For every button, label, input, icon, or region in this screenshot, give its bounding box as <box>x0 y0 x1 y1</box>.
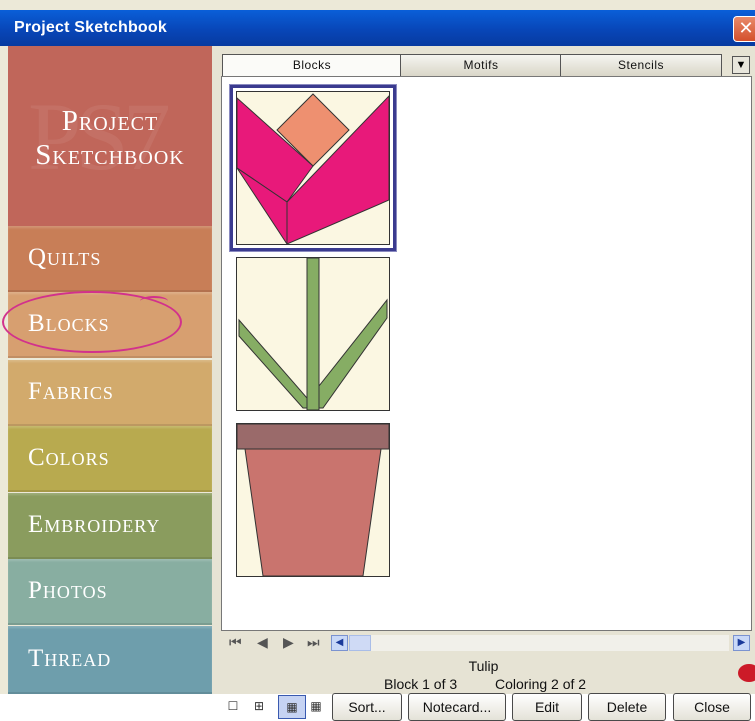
dropdown-icon[interactable]: ▼ <box>732 56 750 74</box>
large-thumbnail-icon[interactable]: ☐ <box>224 698 242 716</box>
sidebar-header: PS7 Project Sketchbook <box>8 46 212 226</box>
sidebar-item-blocks[interactable]: Blocks <box>8 292 212 358</box>
tab-motifs[interactable]: Motifs <box>400 54 562 76</box>
sidebar-item-colors[interactable]: Colors <box>8 426 212 492</box>
prev-icon[interactable]: ◀ <box>257 635 268 651</box>
block-thumbnail-pot[interactable] <box>236 423 390 577</box>
window-title: Project Sketchbook <box>14 19 167 36</box>
tulip-block-icon <box>237 92 389 244</box>
sidebar-item-embroidery[interactable]: Embroidery <box>8 493 212 559</box>
navigation-scroll-row: ⏮ ◀ ▶ ⏭ ◀ ▶ <box>221 632 752 654</box>
sort-button[interactable]: Sort... <box>332 693 402 721</box>
close-marker-dot <box>738 664 755 682</box>
sidebar-item-label: Colors <box>28 444 110 471</box>
notecard-button[interactable]: Notecard... <box>408 693 506 721</box>
block-thumbnail-tulip[interactable] <box>236 91 390 245</box>
block-viewport <box>221 76 752 631</box>
category-sidebar: PS7 Project Sketchbook Quilts Blocks Fab… <box>8 46 212 694</box>
sidebar-item-thread[interactable]: Thread <box>8 626 212 694</box>
edit-button[interactable]: Edit <box>512 693 582 721</box>
scroll-right-icon[interactable]: ▶ <box>733 635 750 651</box>
delete-button[interactable]: Delete <box>588 693 666 721</box>
content-panel: Blocks Motifs Stencils ▼ ⏮ ◀ ▶ ⏭ ◀ ▶ Tul… <box>212 46 755 721</box>
sidebar-item-quilts[interactable]: Quilts <box>8 226 212 292</box>
tab-stencils[interactable]: Stencils <box>560 54 722 76</box>
scrollbar-track[interactable] <box>371 635 729 651</box>
project-sketchbook-window: Project Sketchbook ✕ PS7 Project Sketchb… <box>0 0 755 721</box>
tab-blocks[interactable]: Blocks <box>222 54 402 77</box>
block-position: Block 1 of 3 <box>384 676 458 692</box>
sidebar-item-label: Photos <box>28 577 108 604</box>
title-bar: Project Sketchbook ✕ <box>0 10 755 46</box>
next-icon[interactable]: ▶ <box>283 635 294 651</box>
flower-pot-block-icon <box>237 424 389 576</box>
leaves-block-icon <box>237 258 389 410</box>
sidebar-item-photos[interactable]: Photos <box>8 559 212 625</box>
scrollbar-thumb[interactable] <box>349 635 371 651</box>
sidebar-item-label: Quilts <box>28 244 102 271</box>
sidebar-item-label: Embroidery <box>28 511 161 538</box>
medium-thumbnail-icon[interactable]: ⊞ <box>250 698 268 716</box>
first-icon[interactable]: ⏮ <box>229 635 242 651</box>
tab-strip: Blocks Motifs Stencils ▼ <box>222 54 752 77</box>
scroll-left-icon[interactable]: ◀ <box>331 635 348 651</box>
window-close-icon[interactable]: ✕ <box>733 16 755 42</box>
small-thumbnail-icon[interactable]: ▦ <box>278 695 306 719</box>
sidebar-item-label: Thread <box>28 645 112 672</box>
sidebar-item-fabrics[interactable]: Fabrics <box>8 360 212 426</box>
list-thumbnail-icon[interactable]: ▦ <box>307 698 325 716</box>
last-icon[interactable]: ⏭ <box>307 635 320 651</box>
sidebar-item-label: Blocks <box>28 310 110 337</box>
close-button[interactable]: Close <box>673 693 751 721</box>
block-name: Tulip <box>468 658 499 674</box>
sidebar-item-label: Fabrics <box>28 378 114 405</box>
block-thumbnail-leaves[interactable] <box>236 257 390 411</box>
coloring-position: Coloring 2 of 2 <box>495 676 587 692</box>
sidebar-header-title: Project Sketchbook <box>35 105 185 171</box>
